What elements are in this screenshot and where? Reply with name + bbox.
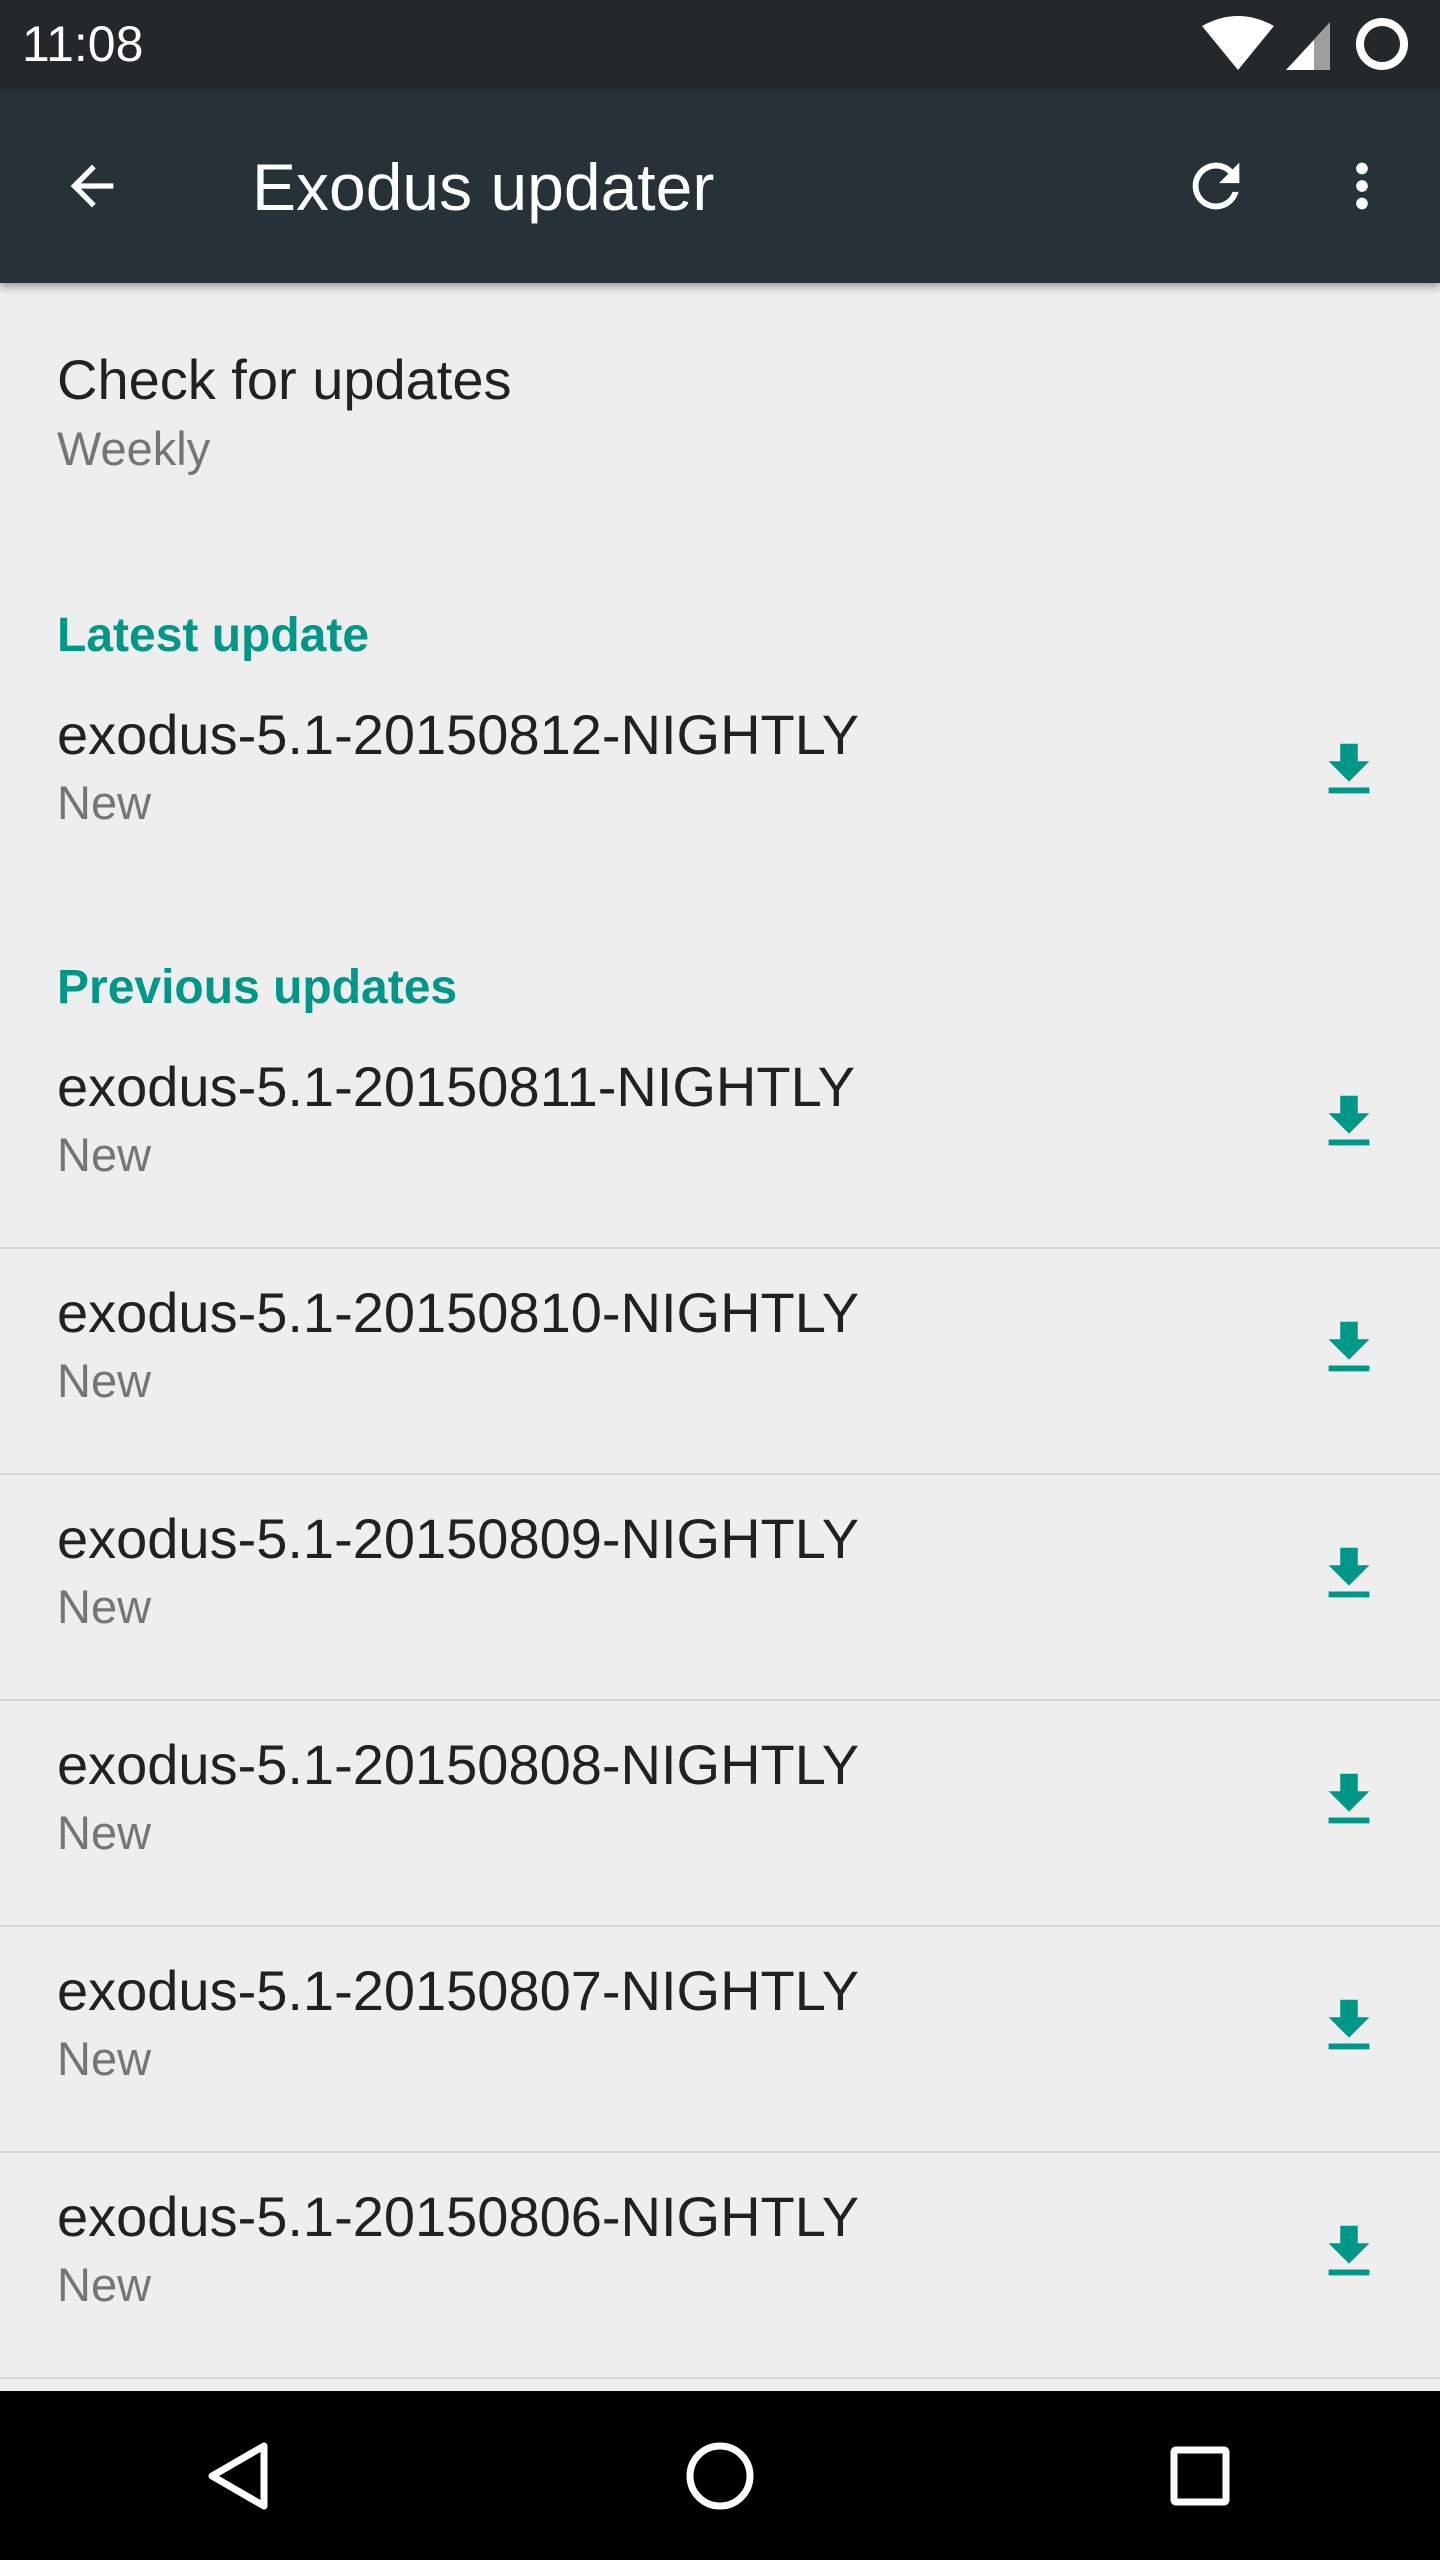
update-summary: New xyxy=(57,1806,152,1859)
refresh-button[interactable] xyxy=(1164,134,1268,238)
update-title: exodus-5.1-20150811-NIGHTLY xyxy=(57,1055,855,1118)
download-icon xyxy=(1328,1547,1370,1598)
download-icon xyxy=(1328,743,1370,794)
download-button[interactable] xyxy=(1294,715,1404,825)
update-item[interactable]: exodus-5.1-20150807-NIGHTLY New xyxy=(0,1949,1440,2175)
divider xyxy=(0,1247,1440,1249)
download-icon xyxy=(1328,1999,1370,2050)
status-bar: 11:08 xyxy=(0,0,1440,89)
status-icons xyxy=(1202,14,1422,74)
update-title: exodus-5.1-20150807-NIGHTLY xyxy=(57,1959,860,2022)
update-item[interactable]: exodus-5.1-20150810-NIGHTLY New xyxy=(0,1271,1440,1497)
previous-updates-header: Previous updates xyxy=(57,961,458,1014)
download-button[interactable] xyxy=(1294,1519,1404,1629)
app-bar: Exodus updater xyxy=(0,89,1440,283)
download-button[interactable] xyxy=(1294,1971,1404,2081)
download-icon xyxy=(1328,1773,1370,1824)
update-title: exodus-5.1-20150809-NIGHTLY xyxy=(57,1507,860,1570)
nav-home-button[interactable] xyxy=(655,2411,785,2541)
overflow-menu-button[interactable] xyxy=(1310,134,1414,238)
download-button[interactable] xyxy=(1294,1067,1404,1177)
download-button[interactable] xyxy=(1294,1745,1404,1855)
update-summary: New xyxy=(57,1354,152,1407)
back-button[interactable] xyxy=(40,134,144,238)
download-icon xyxy=(1328,2225,1370,2276)
download-button[interactable] xyxy=(1294,1293,1404,1403)
update-summary: New xyxy=(57,776,152,829)
check-updates-preference[interactable]: Check for updates Weekly xyxy=(0,283,1440,513)
divider xyxy=(0,1925,1440,1927)
update-summary: New xyxy=(57,1128,152,1181)
update-item[interactable]: exodus-5.1-20150809-NIGHTLY New xyxy=(0,1497,1440,1723)
nav-recents-icon xyxy=(1170,2446,1230,2506)
latest-update-header: Latest update xyxy=(57,609,370,662)
navigation-bar xyxy=(0,2391,1440,2560)
latest-update-item[interactable]: exodus-5.1-20150812-NIGHTLY New xyxy=(0,693,1440,933)
divider xyxy=(0,1699,1440,1701)
nav-back-button[interactable] xyxy=(175,2411,305,2541)
update-item[interactable]: exodus-5.1-20150811-NIGHTLY New xyxy=(0,1045,1440,1271)
status-time: 11:08 xyxy=(22,16,144,72)
download-icon xyxy=(1328,1095,1370,1146)
update-item[interactable]: exodus-5.1-20150806-NIGHTLY New xyxy=(0,2175,1440,2391)
divider xyxy=(0,1473,1440,1475)
update-summary: New xyxy=(57,2032,152,2085)
update-item[interactable]: exodus-5.1-20150808-NIGHTLY New xyxy=(0,1723,1440,1949)
preferences-list: Check for updates Weekly Latest update e… xyxy=(0,283,1440,2391)
app-title: Exodus updater xyxy=(252,150,715,224)
arrow-back-icon xyxy=(70,164,114,208)
update-title: exodus-5.1-20150812-NIGHTLY xyxy=(57,703,860,766)
update-title: exodus-5.1-20150808-NIGHTLY xyxy=(57,1733,860,1796)
nav-home-icon xyxy=(686,2442,754,2510)
download-button[interactable] xyxy=(1294,2197,1404,2307)
divider xyxy=(0,2151,1440,2153)
divider xyxy=(0,2377,1440,2379)
wifi-icon xyxy=(1202,16,1274,70)
nav-recents-button[interactable] xyxy=(1135,2411,1265,2541)
check-updates-summary: Weekly xyxy=(57,422,211,475)
nav-back-icon xyxy=(208,2442,268,2510)
update-title: exodus-5.1-20150806-NIGHTLY xyxy=(57,2185,860,2248)
update-title: exodus-5.1-20150810-NIGHTLY xyxy=(57,1281,860,1344)
update-summary: New xyxy=(57,2258,152,2311)
update-summary: New xyxy=(57,1580,152,1633)
sync-status-icon xyxy=(1356,18,1408,70)
check-updates-title: Check for updates xyxy=(57,348,512,411)
download-icon xyxy=(1328,1321,1370,1372)
refresh-icon xyxy=(1192,162,1240,210)
more-vert-icon xyxy=(1356,162,1368,210)
